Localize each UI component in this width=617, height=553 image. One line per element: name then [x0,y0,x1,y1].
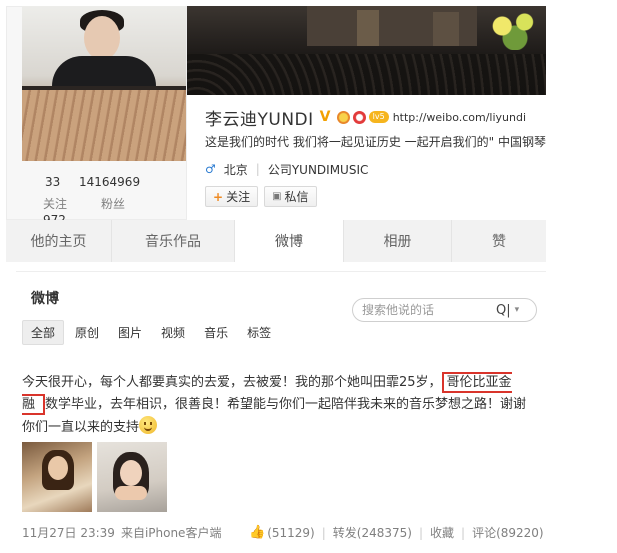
avatar-face [84,16,120,60]
profile-bio: 这是我们的时代 我们将一起见证历史 一起开启我们的" 中国钢琴 [205,135,546,149]
post-photo-2[interactable] [97,442,167,512]
plus-icon: + [213,189,224,204]
like-count[interactable]: (51129) [267,526,315,540]
verified-v-icon[interactable]: V [320,110,334,124]
filter-all[interactable]: 全部 [22,320,65,345]
divider: | [418,525,424,540]
profile-actions: + 关注 ▣ 私信 [205,186,323,207]
male-gender-icon: ♂ [205,162,216,176]
filter-original[interactable]: 原创 [67,321,107,344]
tab-music[interactable]: 音乐作品 [112,220,235,262]
post-photo-1[interactable] [22,442,92,512]
repost-button[interactable]: 转发(248375) [333,524,412,541]
divider: | [321,525,326,540]
cover-audience [187,54,546,95]
filter-images[interactable]: 图片 [110,321,150,344]
post-text-end: 数学毕业，去年相识，很善良！希望能与你们一起陪伴我未来的音乐梦想之路！谢谢你们一… [22,397,527,435]
following-count[interactable]: 33 [45,175,60,189]
feed-panel: 微博 Q| ▾ 全部 原创 图片 视频 音乐 标签 今天很开心，每个人都要真实的… [16,271,546,553]
photo-hands [115,486,147,500]
feed-search[interactable]: Q| ▾ [352,298,537,322]
tab-home[interactable]: 他的主页 [6,220,112,262]
tab-weibo[interactable]: 微博 [235,220,344,262]
cover-door-right [433,12,459,46]
tab-album[interactable]: 相册 [344,220,452,262]
comment-button[interactable]: 评论(89220) [472,524,544,541]
profile-location: 北京 [223,162,248,177]
profile-url-link[interactable]: http://weibo.com/liyundi [393,111,526,124]
post-time[interactable]: 11月27日 23:39 [22,524,115,541]
message-button[interactable]: ▣ 私信 [264,186,317,207]
favorite-button[interactable]: 收藏 [430,524,454,541]
feed-title: 微博 [31,291,59,307]
tab-likes[interactable]: 赞 [452,220,546,262]
profile-location-row: ♂ 北京 | 公司YUNDIMUSIC [205,160,368,178]
avatar-piano-strings [22,90,186,161]
cover-door-left [357,10,379,46]
cover-flowers [483,10,546,50]
post-text: 今天很开心，每个人都要真实的去爱，去被爱！我的那个她叫田霏25岁， 哥伦比亚金融数… [22,372,532,439]
divider: | [255,162,260,176]
profile-name-row: 李云迪YUNDI V lv5 http://weibo.com/liyundi [205,105,526,130]
search-icon[interactable]: Q| [496,303,511,318]
post-actions: 👍 (51129) | 转发(248375) | 收藏 | 评论(89220) [249,524,544,541]
smile-emoji-icon [139,416,158,434]
profile-name[interactable]: 李云迪YUNDI [205,105,314,130]
level-badge[interactable]: lv5 [368,111,389,123]
search-input[interactable] [362,303,482,317]
photo-face [48,456,68,480]
follow-button[interactable]: + 关注 [205,186,259,207]
photo-face [120,460,142,486]
profile-avatar[interactable] [22,6,186,161]
post-source: 来自iPhone客户端 [120,526,222,540]
thumbs-up-icon[interactable]: 👍 [249,525,265,540]
cover-image [187,6,546,95]
profile-company: 公司YUNDIMUSIC [267,162,369,177]
feed-filters: 全部 原创 图片 视频 音乐 标签 [22,320,282,345]
message-label: 私信 [284,190,309,204]
medal-icon[interactable] [336,110,350,124]
followers-label[interactable]: 粉丝 [101,195,125,212]
divider: | [461,525,466,540]
followers-count[interactable]: 14164969 [79,175,140,189]
chevron-down-icon[interactable]: ▾ [515,305,520,315]
message-icon: ▣ [272,191,282,202]
post-text-start: 今天很开心，每个人都要真实的去爱，去被爱！我的那个她叫田霏25岁， [22,375,442,390]
filter-music[interactable]: 音乐 [196,321,236,344]
weibo-eye-icon[interactable] [352,110,366,124]
following-label[interactable]: 关注 [43,195,67,212]
follow-label: 关注 [226,190,251,204]
post-meta: 11月27日 23:39 来自iPhone客户端 [22,524,221,541]
filter-videos[interactable]: 视频 [153,321,193,344]
profile-tabs: 他的主页 音乐作品 微博 相册 赞 [6,220,546,262]
filter-tags[interactable]: 标签 [239,321,279,344]
